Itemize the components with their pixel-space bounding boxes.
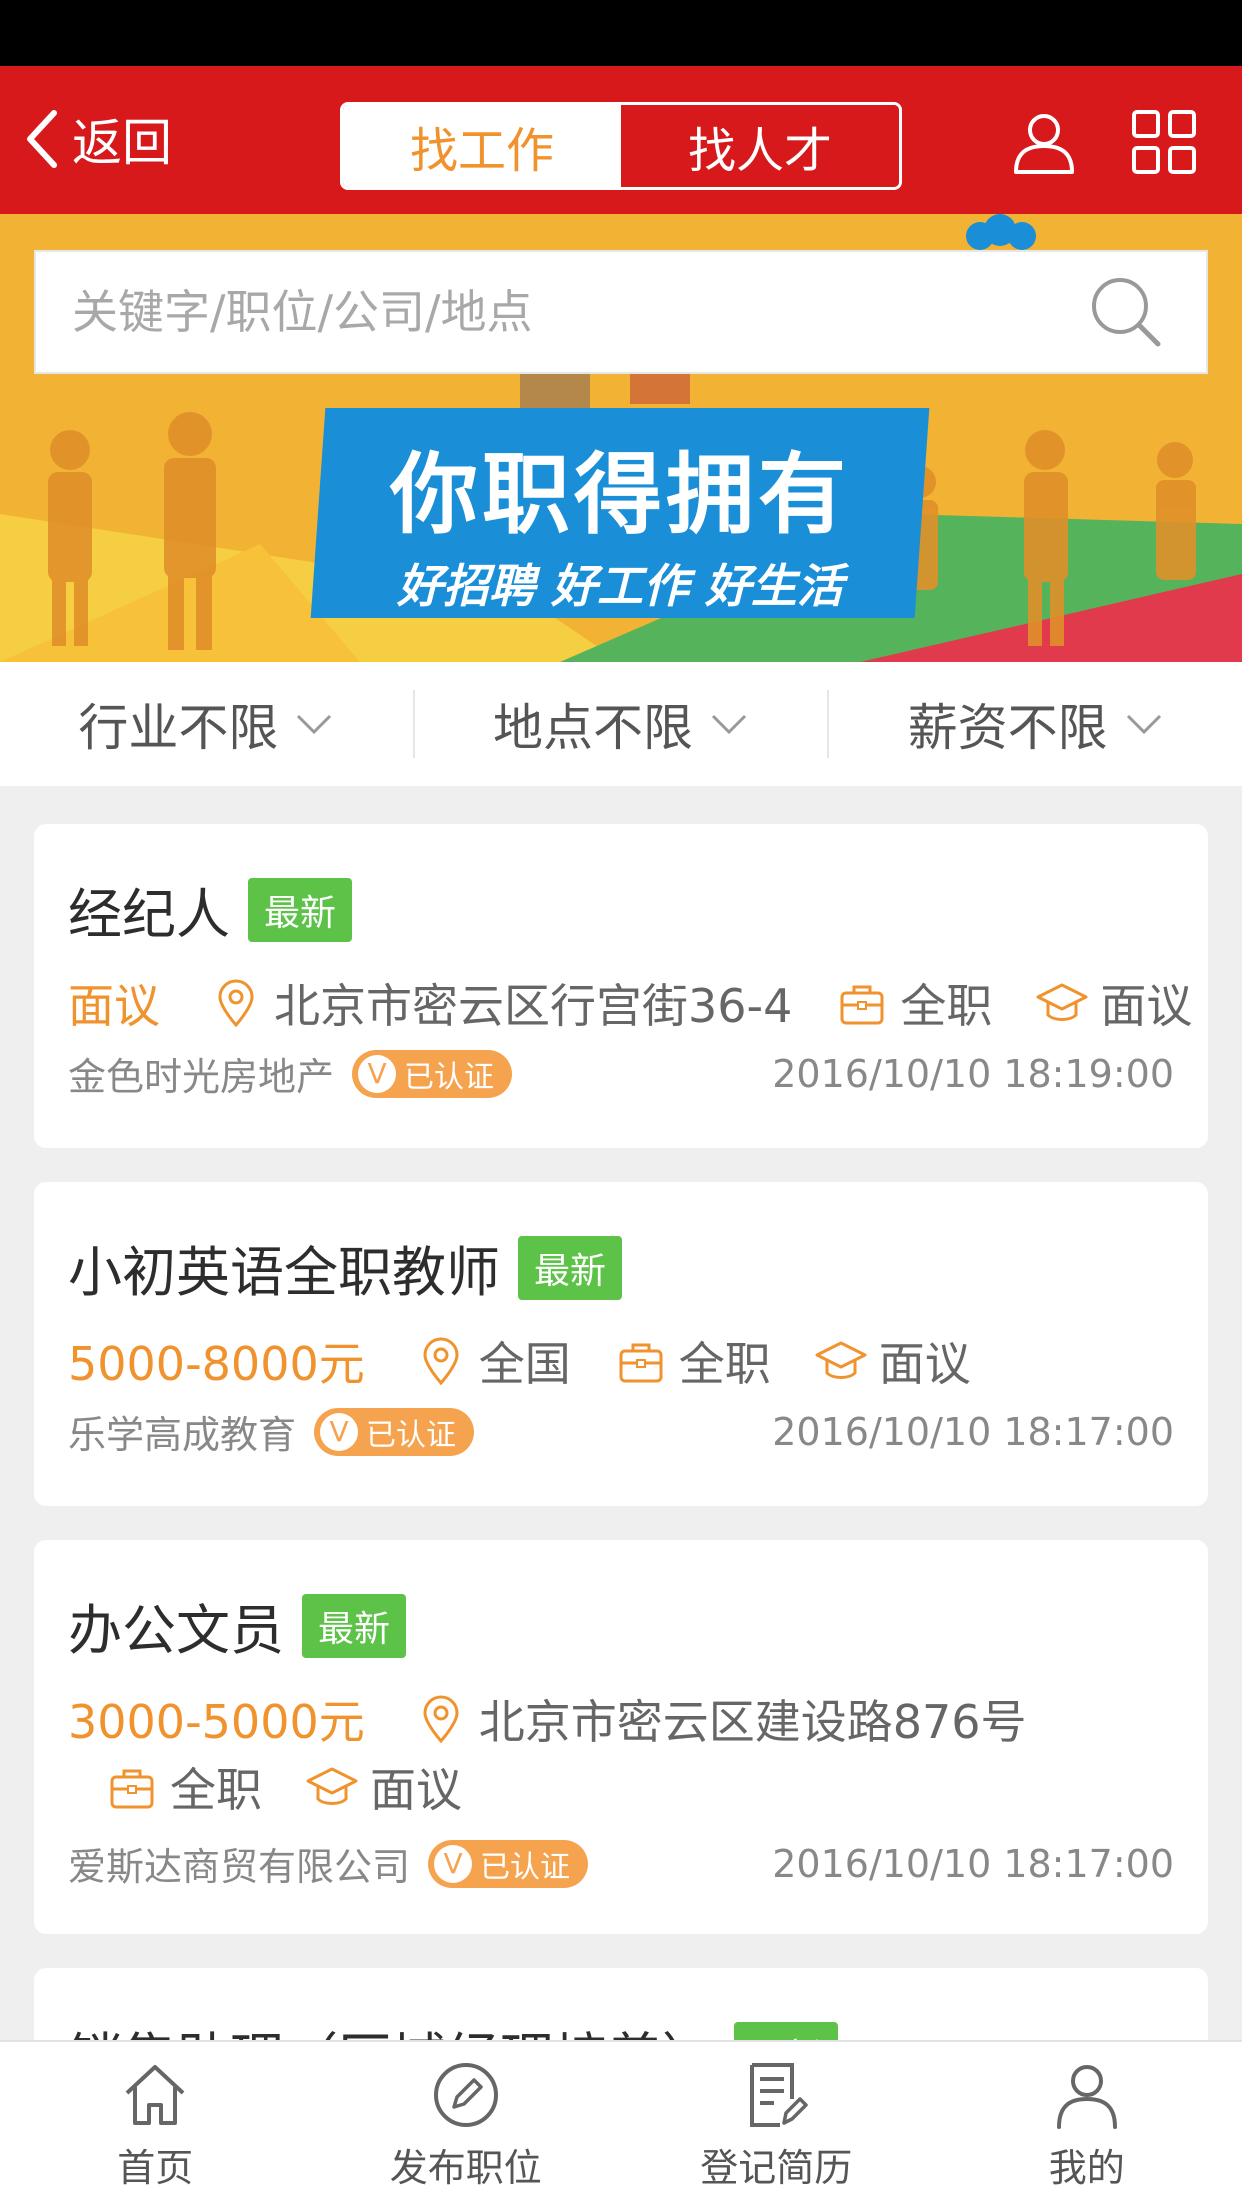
filter-industry[interactable]: 行业不限	[0, 688, 413, 760]
verified-v-icon: V	[434, 1844, 473, 1883]
company-name: 金色时光房地产	[68, 1055, 335, 1099]
tab-register-resume-label: 登记简历	[700, 2145, 853, 2190]
job-salary: 3000-5000元	[68, 1695, 365, 1749]
verified-badge: V 已认证	[314, 1407, 475, 1456]
chevron-down-icon	[297, 714, 332, 735]
job-title: 经纪人	[68, 883, 230, 946]
mode-switch: 找工作 找人才	[340, 102, 902, 190]
chevron-down-icon	[711, 714, 747, 735]
chevron-down-icon	[1126, 714, 1161, 735]
tab-register-resume[interactable]: 登记简历	[621, 2042, 932, 2208]
company-name: 乐学高成教育	[68, 1413, 297, 1457]
briefcase-icon	[840, 985, 884, 1025]
promo-banner[interactable]: 你职得拥有 好招聘 好工作 好生活	[0, 214, 1242, 662]
back-button[interactable]: 返回	[22, 106, 172, 172]
job-card[interactable]: 经纪人 最新 面议 北京市密云区行宫街36-4 全职 面议 金色时光房地产 V已…	[34, 824, 1208, 1148]
verified-label: 已认证	[480, 1849, 571, 1885]
user-profile-icon[interactable]	[1008, 106, 1080, 178]
new-badge: 最新	[518, 1235, 623, 1300]
post-time: 2016/10/10 18:19:00	[772, 1051, 1174, 1096]
job-education: 面议	[878, 1337, 971, 1391]
job-card[interactable]: 办公文员 最新 3000-5000元 北京市密云区建设路876号 全职 面议 爱…	[34, 1540, 1208, 1934]
job-location: 北京市密云区行宫街36-4	[274, 979, 793, 1033]
resume-icon	[750, 2062, 808, 2127]
job-type: 全职	[678, 1337, 771, 1391]
briefcase-icon	[110, 1769, 154, 1809]
filter-bar: 行业不限 地点不限 薪资不限	[0, 662, 1242, 786]
verified-badge: V 已认证	[352, 1049, 513, 1098]
job-salary: 5000-8000元	[68, 1337, 365, 1391]
verified-v-icon: V	[358, 1054, 397, 1093]
banner-subslogan: 好招聘 好工作 好生活	[396, 559, 844, 613]
job-salary: 面议	[68, 979, 160, 1033]
tab-mine[interactable]: 我的	[932, 2042, 1242, 2208]
location-pin-icon	[218, 979, 254, 1028]
chevron-left-icon	[27, 110, 57, 168]
graduation-cap-icon	[815, 1341, 867, 1379]
location-pin-icon	[423, 1695, 459, 1744]
job-education: 面议	[1100, 979, 1193, 1033]
tab-home-label: 首页	[117, 2145, 194, 2190]
filter-location[interactable]: 地点不限	[415, 688, 828, 760]
tab-find-talent[interactable]: 找人才	[621, 105, 899, 187]
verified-v-icon: V	[320, 1412, 359, 1451]
home-icon	[125, 2064, 185, 2125]
search-icon[interactable]	[1086, 272, 1166, 352]
verified-label: 已认证	[404, 1059, 495, 1095]
tab-mine-label: 我的	[1048, 2145, 1125, 2190]
job-location: 北京市密云区建设路876号	[478, 1695, 1027, 1749]
filter-industry-label: 行业不限	[78, 699, 279, 757]
job-location: 全国	[478, 1337, 571, 1391]
back-label: 返回	[72, 114, 172, 172]
top-nav-bar: 返回 找工作 找人才	[0, 66, 1242, 214]
tab-find-job[interactable]: 找工作	[343, 105, 621, 187]
bottom-tab-bar: 首页 发布职位 登记简历 我的	[0, 2040, 1242, 2208]
filter-salary-label: 薪资不限	[907, 699, 1108, 757]
post-time: 2016/10/10 18:17:00	[772, 1409, 1174, 1454]
briefcase-icon	[619, 1343, 663, 1383]
location-pin-icon	[423, 1337, 459, 1386]
graduation-cap-icon	[306, 1767, 358, 1805]
graduation-cap-icon	[1036, 983, 1088, 1021]
status-bar	[0, 0, 1242, 66]
verified-badge: V 已认证	[428, 1839, 589, 1888]
search-bar	[34, 250, 1208, 374]
banner-slogan: 你职得拥有	[389, 443, 850, 546]
job-type: 全职	[900, 979, 993, 1033]
job-type: 全职	[170, 1763, 262, 1817]
job-education: 面议	[370, 1763, 462, 1817]
post-time: 2016/10/10 18:17:00	[772, 1841, 1174, 1886]
grid-menu-icon[interactable]	[1128, 106, 1200, 178]
filter-salary[interactable]: 薪资不限	[829, 688, 1242, 760]
tab-home[interactable]: 首页	[0, 2042, 311, 2208]
tab-post-job-label: 发布职位	[389, 2145, 542, 2190]
user-icon	[1056, 2064, 1117, 2129]
new-badge: 最新	[248, 877, 353, 942]
company-name: 爱斯达商贸有限公司	[68, 1845, 411, 1889]
job-title: 办公文员	[68, 1599, 284, 1662]
verified-label: 已认证	[366, 1417, 457, 1453]
search-input[interactable]	[36, 252, 1086, 372]
tab-post-job[interactable]: 发布职位	[311, 2042, 622, 2208]
new-badge: 最新	[302, 1593, 407, 1658]
edit-circle-icon	[433, 2062, 498, 2127]
job-title: 小初英语全职教师	[68, 1241, 500, 1304]
job-card[interactable]: 小初英语全职教师 最新 5000-8000元 全国 全职 面议 乐学高成教育 V…	[34, 1182, 1208, 1506]
filter-location-label: 地点不限	[493, 699, 693, 757]
